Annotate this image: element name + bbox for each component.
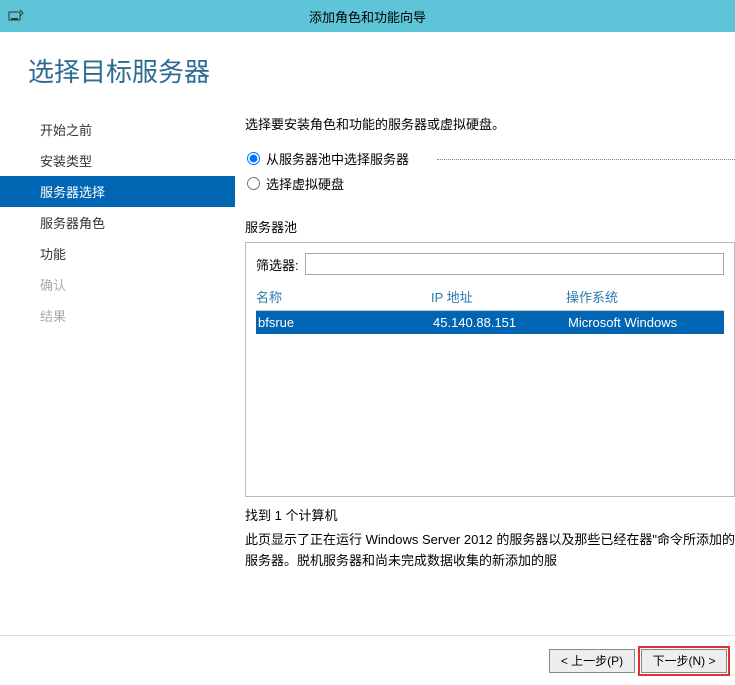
table-row[interactable]: bfsrue 45.140.88.151 Microsoft Windows [256, 311, 724, 334]
sidebar-item-install-type[interactable]: 安装类型 [0, 145, 235, 176]
radio-server-pool-label: 从服务器池中选择服务器 [266, 149, 409, 168]
radio-vhd-label: 选择虚拟硬盘 [266, 174, 344, 193]
page-title: 选择目标服务器 [0, 32, 735, 109]
next-button[interactable]: 下一步(N) > [641, 649, 727, 673]
radio-vhd-input[interactable] [247, 177, 260, 190]
right-panel: 选择要安装角色和功能的服务器或虚拟硬盘。 从服务器池中选择服务器 选择虚拟硬盘 … [235, 109, 735, 635]
table-header: 名称 IP 地址 操作系统 [256, 287, 724, 311]
sidebar-item-results: 结果 [0, 300, 235, 331]
sidebar-item-features[interactable]: 功能 [0, 238, 235, 269]
column-header-os[interactable]: 操作系统 [566, 287, 724, 306]
description-text: 此页显示了正在运行 Windows Server 2012 的服务器以及那些已经… [245, 530, 735, 572]
cell-name: bfsrue [256, 315, 431, 330]
column-header-ip[interactable]: IP 地址 [431, 287, 566, 306]
wizard-footer: < 上一步(P) 下一步(N) > [0, 635, 735, 685]
previous-button[interactable]: < 上一步(P) [549, 649, 635, 673]
cell-ip: 45.140.88.151 [431, 315, 566, 330]
server-pool-label: 服务器池 [245, 217, 735, 236]
table-body: bfsrue 45.140.88.151 Microsoft Windows [256, 311, 724, 496]
titlebar-title: 添加角色和功能向导 [32, 7, 727, 26]
cell-os: Microsoft Windows [566, 315, 724, 330]
sidebar-item-confirm: 确认 [0, 269, 235, 300]
main-area: 开始之前 安装类型 服务器选择 服务器角色 功能 确认 结果 选择要安装角色和功… [0, 109, 735, 635]
titlebar: 添加角色和功能向导 [0, 0, 735, 32]
instruction-text: 选择要安装角色和功能的服务器或虚拟硬盘。 [245, 114, 735, 133]
radio-server-pool-input[interactable] [247, 152, 260, 165]
wizard-sidebar: 开始之前 安装类型 服务器选择 服务器角色 功能 确认 结果 [0, 109, 235, 635]
sidebar-item-server-roles[interactable]: 服务器角色 [0, 207, 235, 238]
sidebar-item-before-begin[interactable]: 开始之前 [0, 114, 235, 145]
selection-radio-group: 从服务器池中选择服务器 选择虚拟硬盘 [245, 149, 735, 199]
server-manager-icon [8, 8, 24, 24]
column-header-name[interactable]: 名称 [256, 287, 431, 306]
filter-row: 筛选器: [256, 253, 724, 275]
filter-input[interactable] [305, 253, 724, 275]
filter-label: 筛选器: [256, 255, 299, 274]
server-pool-box: 筛选器: 名称 IP 地址 操作系统 bfsrue 45.140.88.151 … [245, 242, 735, 497]
radio-vhd[interactable]: 选择虚拟硬盘 [247, 174, 735, 193]
sidebar-item-server-selection[interactable]: 服务器选择 [0, 176, 235, 207]
count-label: 找到 1 个计算机 [245, 505, 735, 524]
radio-server-pool[interactable]: 从服务器池中选择服务器 [247, 149, 735, 168]
wizard-content: 选择目标服务器 开始之前 安装类型 服务器选择 服务器角色 功能 确认 结果 选… [0, 32, 735, 635]
